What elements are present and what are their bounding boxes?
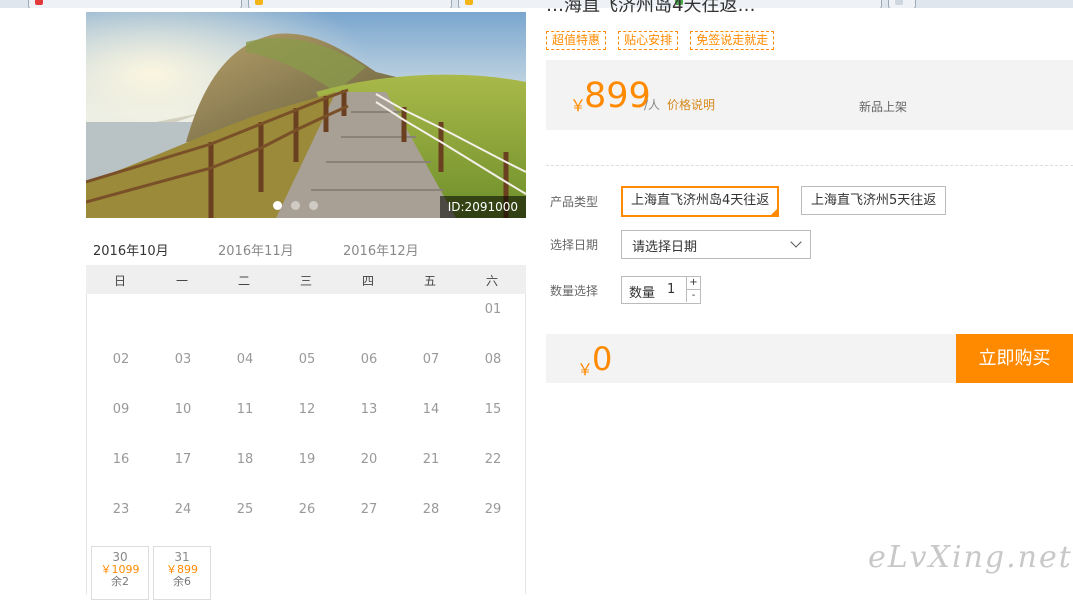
browser-tab-strip <box>0 0 1073 8</box>
tab-favicon-icon <box>465 0 473 5</box>
calendar-day: 20 <box>360 452 378 467</box>
buy-now-button[interactable]: 立即购买 <box>956 334 1073 383</box>
calendar-day: 14 <box>422 402 440 417</box>
price-value: 899 <box>584 76 651 116</box>
calendar-day: 12 <box>298 402 316 417</box>
price-note-link[interactable]: 价格说明 <box>667 96 715 113</box>
calendar-day: 19 <box>298 452 316 467</box>
calendar-day: 05 <box>298 352 316 367</box>
weekday-label: 四 <box>361 274 374 288</box>
calendar-day: 26 <box>298 502 316 517</box>
product-title: …海直飞济州岛4天往返… <box>546 0 756 16</box>
quantity-stepper[interactable]: 数量 1 + - <box>621 276 701 304</box>
landscape-image <box>86 12 526 218</box>
date-select-value: 请选择日期 <box>632 240 698 255</box>
quantity-value[interactable]: 1 <box>667 282 675 297</box>
product-type-5day[interactable]: 上海直飞济州5天往返 <box>801 186 947 215</box>
weekday-label: 二 <box>237 274 250 288</box>
photo-id-badge: ID:2091000 <box>439 196 526 218</box>
weekday-label: 一 <box>175 274 188 288</box>
weekday-label: 六 <box>485 274 498 288</box>
calendar-day: 02 <box>112 352 130 367</box>
product-photo[interactable]: ID:2091000 <box>86 12 526 218</box>
calendar-day: 11 <box>236 402 254 417</box>
available-day-cell[interactable]: 30 ￥1099 余2 <box>91 546 149 600</box>
calendar-day: 09 <box>112 402 130 417</box>
calendar-day: 06 <box>360 352 378 367</box>
calendar-day: 18 <box>236 452 254 467</box>
calendar-day: 03 <box>174 352 192 367</box>
date-select[interactable]: 请选择日期 <box>621 230 811 259</box>
calendar-day: 01 <box>484 302 502 317</box>
browser-tab[interactable] <box>248 0 452 8</box>
available-day-cell[interactable]: 31 ￥899 余6 <box>153 546 211 600</box>
quantity-prefix: 数量 <box>629 286 656 301</box>
weekday-label: 日 <box>113 274 126 288</box>
calendar-day: 21 <box>422 452 440 467</box>
calendar-day: 27 <box>360 502 378 517</box>
browser-tab[interactable] <box>28 0 242 8</box>
tab-month-oct[interactable]: 2016年10月 <box>93 240 169 259</box>
product-tags: 超值特惠 贴心安排 免签说走就走 <box>546 29 781 50</box>
carousel-dot[interactable] <box>273 201 282 210</box>
calendar-day: 17 <box>174 452 192 467</box>
month-tabs: 2016年10月 2016年11月 2016年12月 <box>86 236 526 268</box>
day-stock: 余6 <box>173 575 191 588</box>
tab-month-nov[interactable]: 2016年11月 <box>218 240 294 259</box>
weekday-header: 日一二三四五六 <box>86 265 526 294</box>
day-stock: 余2 <box>111 575 129 588</box>
calendar-grid: 01 02 03 04 05 06 07 08 09 10 11 12 13 14 15 16 17 18 19 20… <box>86 294 526 600</box>
tab-favicon-icon <box>255 0 263 5</box>
calendar-day: 10 <box>174 402 192 417</box>
product-type-label: 产品类型 <box>550 195 599 209</box>
quantity-label: 数量选择 <box>550 284 599 298</box>
calendar-day: 28 <box>422 502 440 517</box>
tag-thoughtful: 贴心安排 <box>618 31 679 50</box>
total-currency: ￥ <box>577 360 594 379</box>
chevron-down-icon <box>790 236 802 248</box>
tab-favicon-icon <box>895 0 903 5</box>
date-label: 选择日期 <box>550 238 599 252</box>
carousel-dots <box>273 195 327 214</box>
quantity-decrement-button[interactable]: - <box>686 290 700 302</box>
site-watermark: eLvXing.net <box>868 540 1073 575</box>
weekday-label: 三 <box>299 274 312 288</box>
calendar-day: 29 <box>484 502 502 517</box>
new-arrival-label: 新品上架 <box>859 100 908 114</box>
total-value: 0 <box>592 340 613 378</box>
total-bar: ￥ 0 <box>546 334 956 383</box>
tag-visa-free: 免签说走就走 <box>690 31 775 50</box>
browser-tab[interactable] <box>888 0 916 8</box>
quantity-increment-button[interactable]: + <box>686 277 700 290</box>
carousel-dot[interactable] <box>309 201 318 210</box>
calendar-day: 16 <box>112 452 130 467</box>
calendar-day: 25 <box>236 502 254 517</box>
price-panel: ￥ 899 /人 价格说明 新品上架 <box>546 60 1073 130</box>
calendar-day: 04 <box>236 352 254 367</box>
calendar-day: 15 <box>484 402 502 417</box>
tab-month-dec[interactable]: 2016年12月 <box>343 240 419 259</box>
calendar-day: 13 <box>360 402 378 417</box>
calendar-day: 08 <box>484 352 502 367</box>
calendar-day: 24 <box>174 502 192 517</box>
price-unit: /人 <box>644 98 661 112</box>
tag-value-deal: 超值特惠 <box>546 31 607 50</box>
product-type-4day[interactable]: 上海直飞济州岛4天往返 <box>621 186 780 217</box>
divider <box>546 165 1073 166</box>
calendar-day: 22 <box>484 452 502 467</box>
calendar-day: 07 <box>422 352 440 367</box>
weekday-label: 五 <box>423 274 436 288</box>
tab-favicon-icon <box>35 0 43 5</box>
calendar-day: 23 <box>112 502 130 517</box>
carousel-dot[interactable] <box>291 201 300 210</box>
